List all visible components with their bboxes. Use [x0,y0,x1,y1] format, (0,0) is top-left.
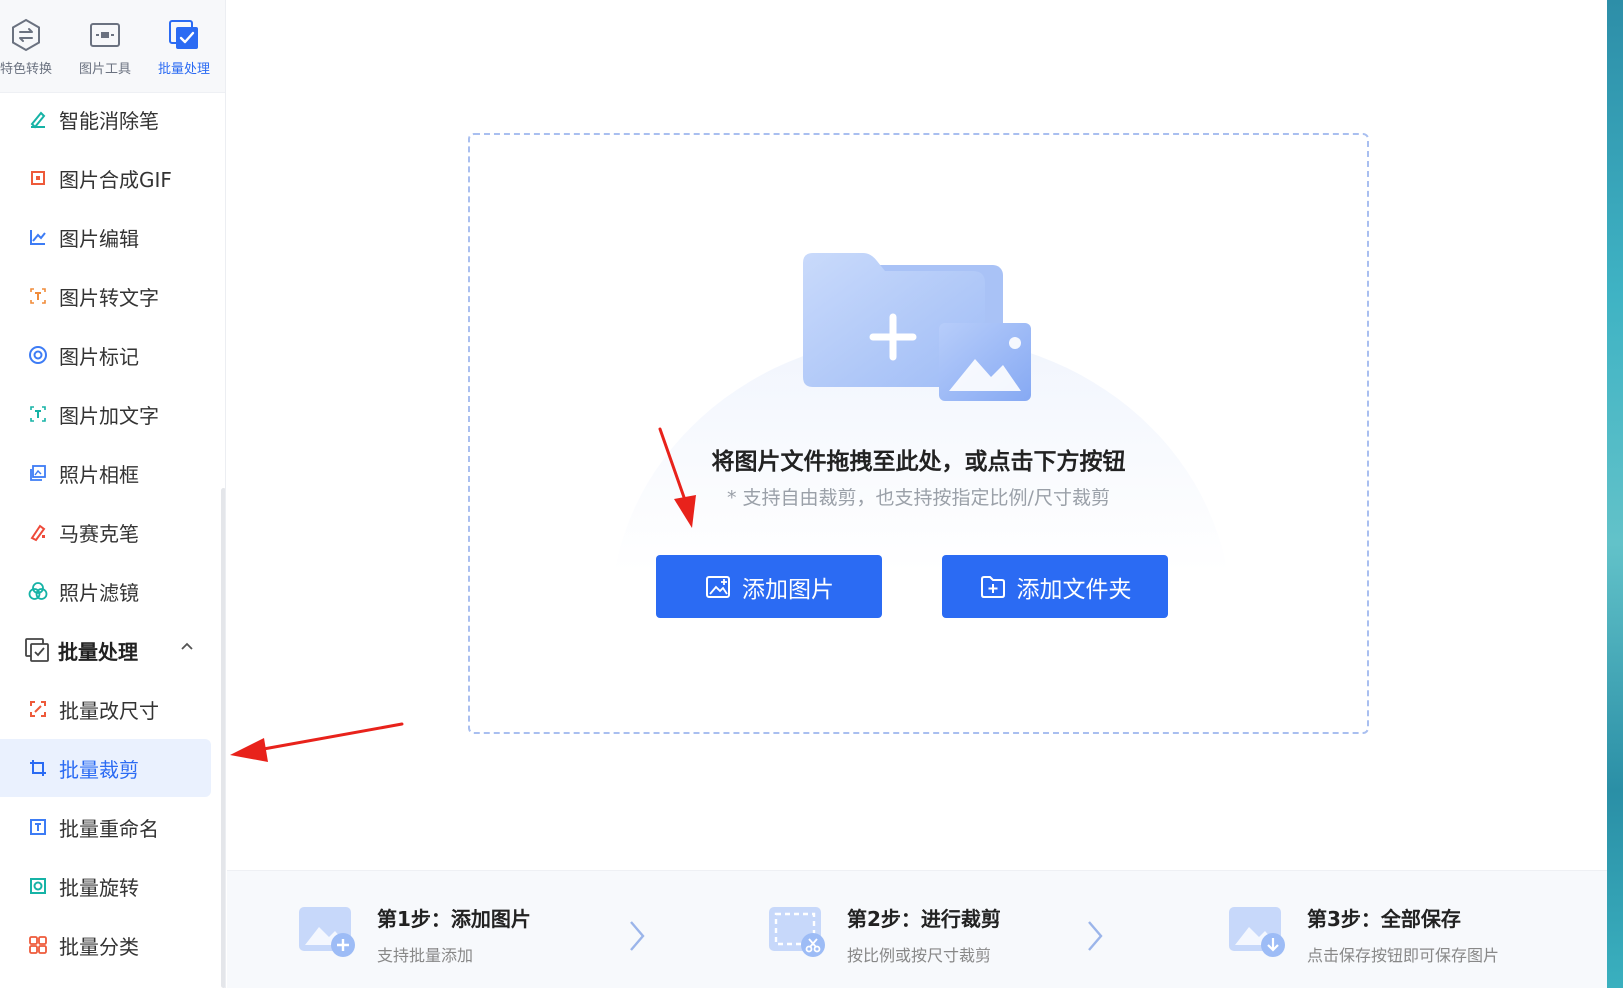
tab-batch-process[interactable]: 批量处理 [146,18,222,78]
tab-label: 特色转换 [0,62,52,77]
sidebar-group-label: 批量处理 [58,639,138,664]
filter-icon [28,582,48,600]
top-tab-bar: 特色转换 图片工具 批量处理 [0,0,225,93]
drop-zone-subtitle: * 支持自由裁剪，也支持按指定比例/尺寸裁剪 [727,487,1110,509]
step-title: 第3步：全部保存 [1307,907,1461,931]
tab-label: 图片工具 [78,62,131,77]
sidebar-item-batch-classify[interactable]: 批量分类 [0,916,211,974]
tab-feature-convert[interactable]: 特色转换 [0,18,64,78]
sidebar-scrollbar[interactable] [221,488,225,988]
step-desc: 按比例或按尺寸裁剪 [847,946,992,965]
chevron-up-icon[interactable] [179,639,195,655]
rotate-icon [30,878,46,894]
add-image-label: 添加图片 [742,575,834,602]
chevron-right-icon [630,921,645,951]
crop-icon [30,760,46,776]
sidebar-item-label: 智能消除笔 [59,108,159,133]
step-desc: 点击保存按钮即可保存图片 [1307,946,1500,965]
add-folder-label: 添加文件夹 [1016,575,1132,602]
step-desc: 支持批量添加 [377,946,474,965]
background-window-edge [1607,0,1623,988]
sidebar-item-photo-filter[interactable]: 照片滤镜 [0,562,211,620]
sidebar-item-photo-frame[interactable]: 照片相框 [0,444,211,502]
step-title: 第2步：进行裁剪 [847,907,1001,931]
sidebar-item-mosaic-pen[interactable]: 马赛克笔 [0,503,211,561]
sidebar-item-batch-crop[interactable]: 批量裁剪 [0,739,211,797]
sidebar-item-label: 图片编辑 [59,226,139,251]
sidebar-item-label: 照片滤镜 [59,580,139,605]
sidebar: 特色转换 图片工具 批量处理 智能消除笔 图片合成GIF 图片编辑 图片转文字 … [0,0,226,988]
sidebar-item-batch-resize[interactable]: 批量改尺寸 [0,680,211,738]
ocr-text-icon [30,288,46,304]
mark-circle-icon [29,346,47,364]
sidebar-item-image-mark[interactable]: 图片标记 [0,326,211,384]
add-folder-button[interactable]: 添加文件夹 [942,555,1168,618]
chevron-right-icon [1088,921,1103,951]
sidebar-item-label: 图片标记 [59,344,139,369]
eraser-pen-icon [30,111,46,129]
sidebar-item-image-edit[interactable]: 图片编辑 [0,208,211,266]
steps-bar: 第1步：添加图片 支持批量添加 第2步：进行裁剪 按比例或按尺寸裁剪 第3步：全… [227,870,1607,988]
sidebar-item-batch-rotate[interactable]: 批量旋转 [0,857,211,915]
sidebar-item-label: 批量裁剪 [59,757,139,782]
sidebar-item-image-to-text[interactable]: 图片转文字 [0,267,211,325]
image-tool-icon [90,23,120,47]
image-edit-icon [30,230,46,245]
add-image-step-icon [299,907,355,957]
sidebar-item-label: 批量重命名 [59,816,159,841]
batch-check-icon [25,638,49,662]
tab-label: 批量处理 [157,62,210,77]
sidebar-item-label: 批量改尺寸 [59,698,159,723]
folder-image-illustration-icon [803,253,1031,401]
step-2: 第2步：进行裁剪 按比例或按尺寸裁剪 [767,901,1001,966]
drop-zone[interactable]: 将图片文件拖拽至此处，或点击下方按钮 * 支持自由裁剪，也支持按指定比例/尺寸裁… [468,133,1369,734]
sidebar-item-batch-rename[interactable]: 批量重命名 [0,798,211,856]
step-title: 第1步：添加图片 [377,907,531,931]
add-image-icon [706,575,730,598]
resize-icon [30,701,46,717]
crop-step-icon [769,907,825,957]
sidebar-item-label: 马赛克笔 [59,521,139,546]
classify-icon [29,936,47,954]
mosaic-pen-icon [30,524,46,542]
add-image-button[interactable]: 添加图片 [656,555,882,618]
sidebar-item-label: 照片相框 [59,462,139,487]
sidebar-item-label: 图片加文字 [59,403,159,428]
batch-check-icon [169,20,198,49]
sidebar-item-label: 图片转文字 [59,285,159,310]
sidebar-item-label: 批量分类 [59,934,139,959]
main-panel: 将图片文件拖拽至此处，或点击下方按钮 * 支持自由裁剪，也支持按指定比例/尺寸裁… [227,0,1607,988]
sidebar-item-smart-eraser[interactable]: 智能消除笔 [0,90,211,148]
convert-icon [12,18,40,52]
photo-frame-icon [30,465,46,481]
rename-icon [30,819,46,835]
sidebar-item-label: 图片合成GIF [59,167,172,192]
gif-icon [31,171,45,185]
drop-zone-title: 将图片文件拖拽至此处，或点击下方按钮 [711,449,1126,475]
save-step-icon [1229,907,1285,957]
sidebar-group-batch[interactable]: 批量处理 [0,621,211,679]
tab-image-tools[interactable]: 图片工具 [67,18,143,78]
sidebar-item-label: 批量旋转 [59,875,139,900]
step-3: 第3步：全部保存 点击保存按钮即可保存图片 [1227,901,1499,966]
add-text-icon [30,406,46,422]
sidebar-item-gif[interactable]: 图片合成GIF [0,149,211,207]
sidebar-item-add-text[interactable]: 图片加文字 [0,385,211,443]
add-folder-icon [980,575,1005,598]
step-1: 第1步：添加图片 支持批量添加 [297,901,531,966]
